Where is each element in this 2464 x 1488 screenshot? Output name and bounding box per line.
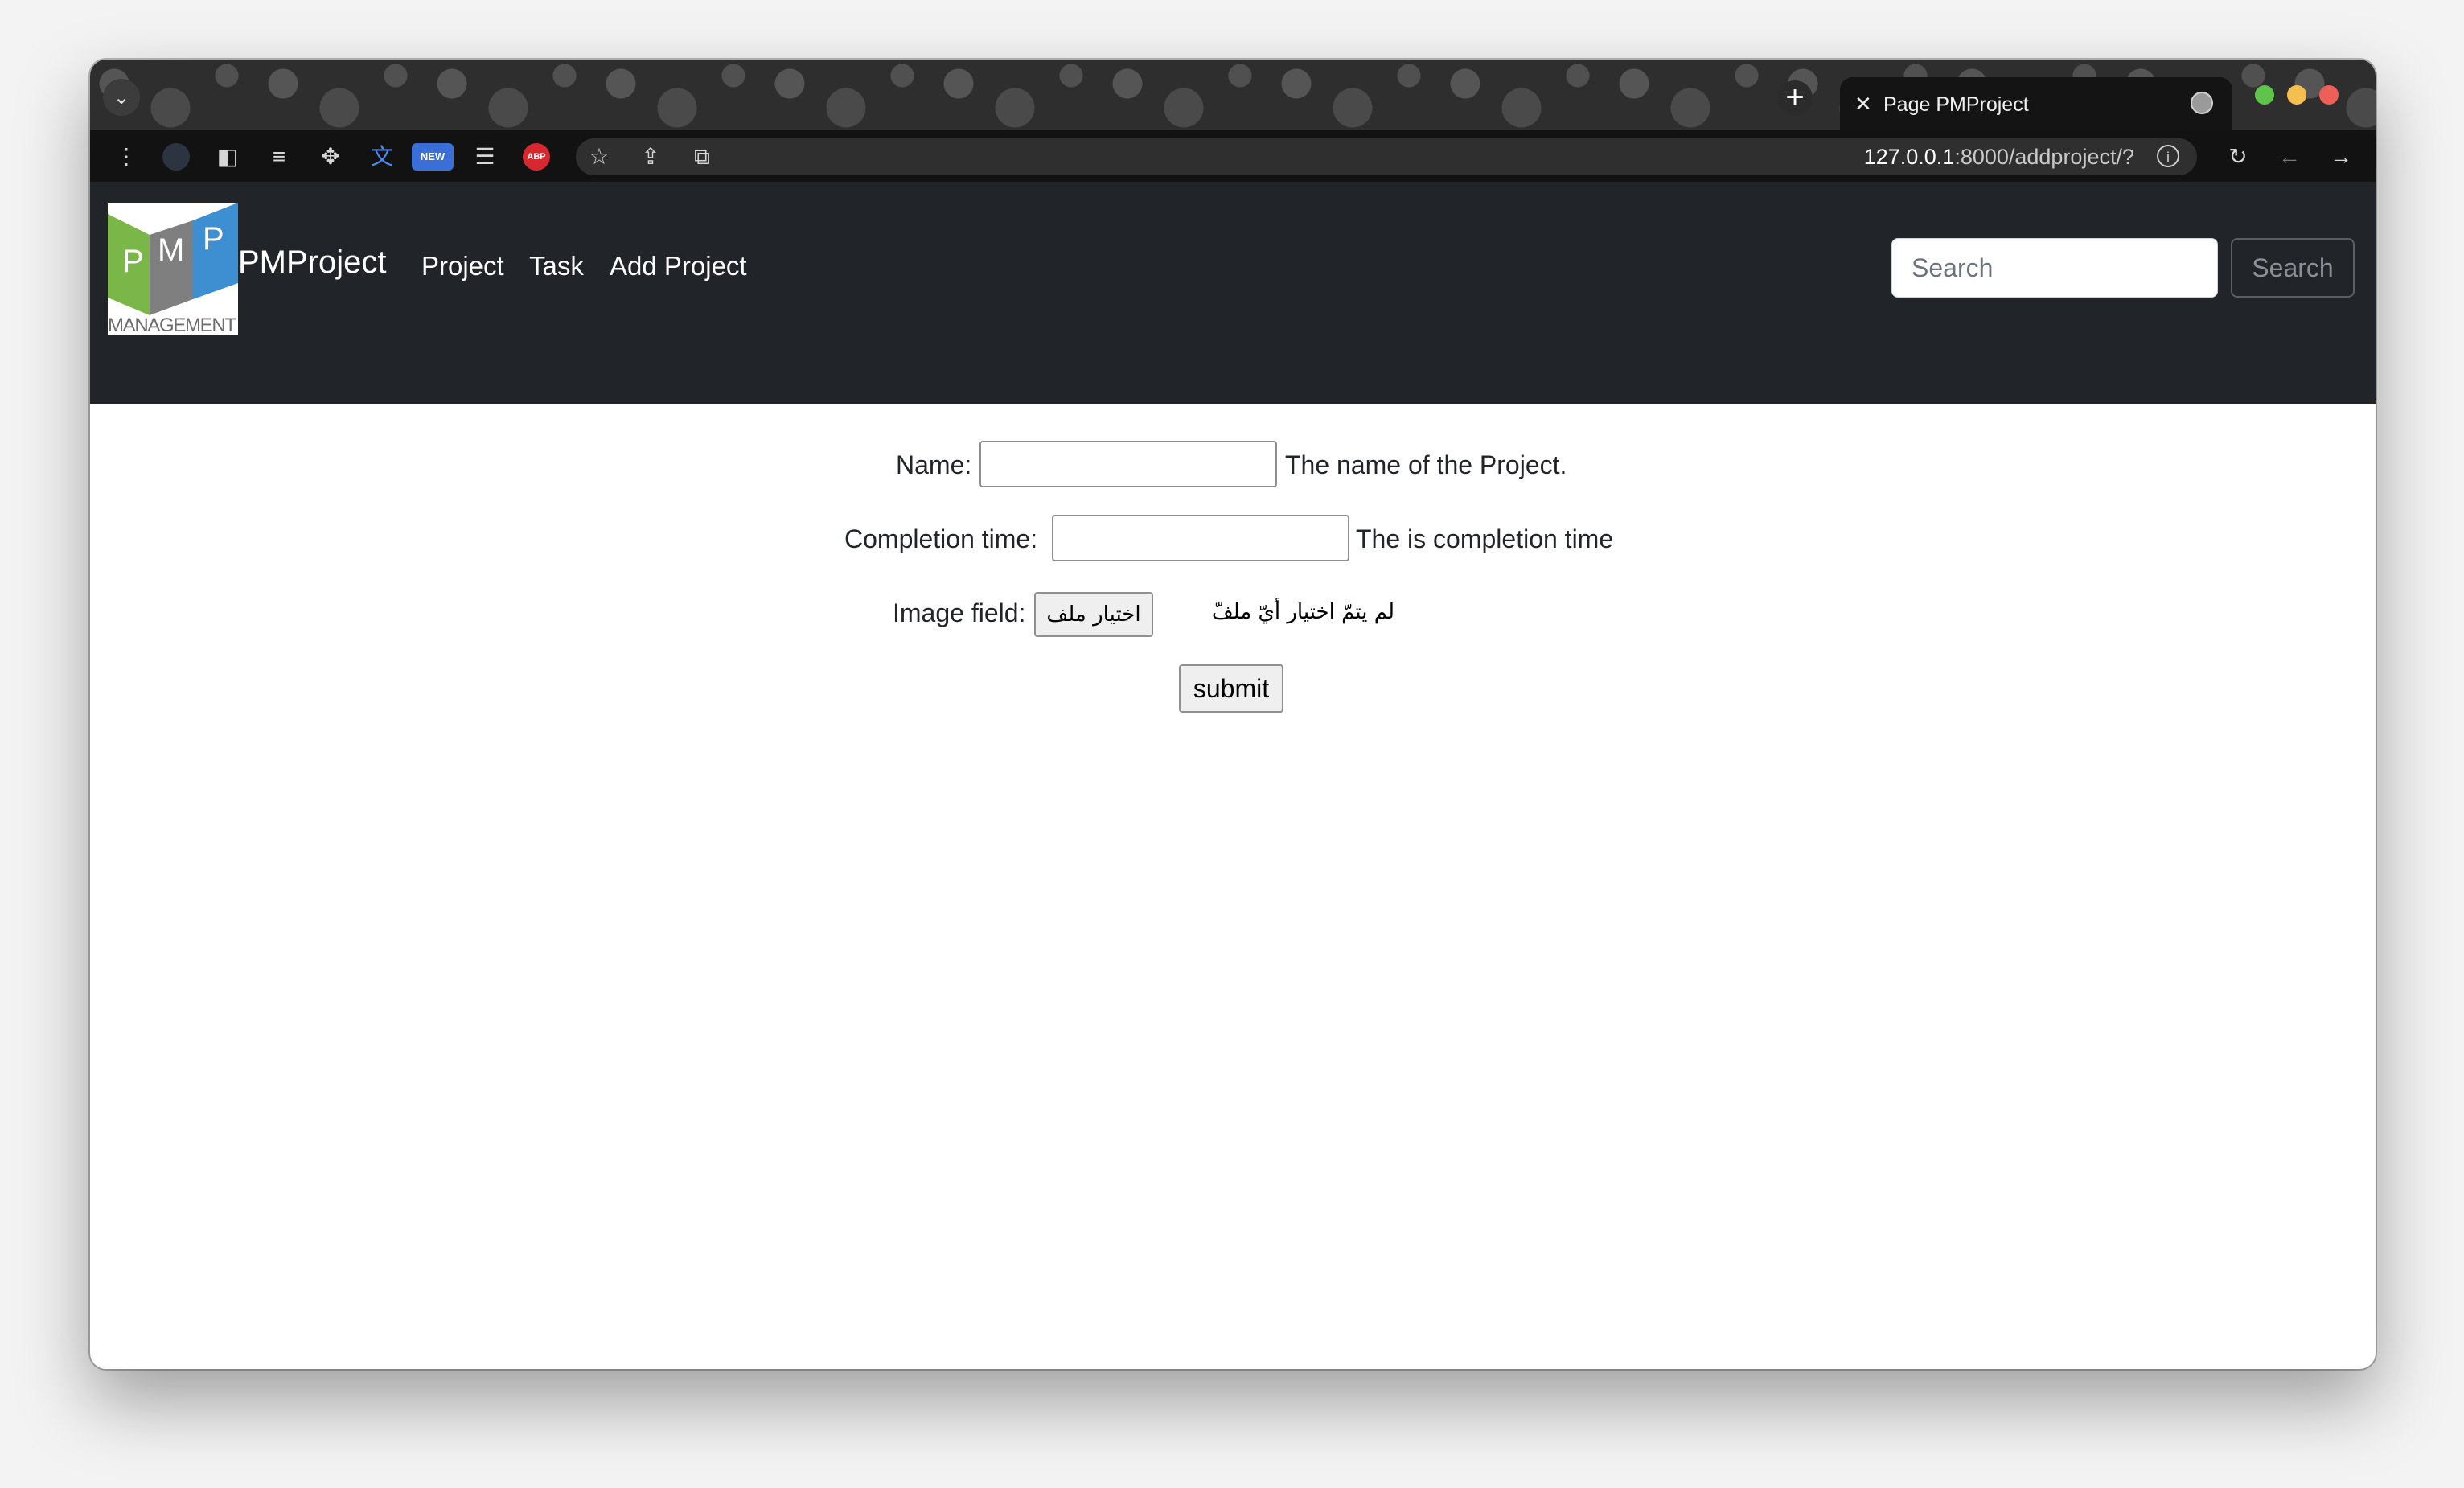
- screenshot-icon[interactable]: ⧉: [688, 143, 716, 171]
- completion-time-help-text: The is completion time: [1356, 524, 1614, 553]
- window-close-button[interactable]: [2319, 85, 2339, 105]
- name-input[interactable]: [979, 441, 1277, 487]
- list-extension-icon[interactable]: ☰: [471, 143, 499, 171]
- pmp-logo[interactable]: P M P MANAGEMENT: [108, 203, 238, 335]
- reading-list-icon[interactable]: ≡: [265, 143, 293, 171]
- close-tab-icon[interactable]: ✕: [1854, 92, 1872, 117]
- globe-icon: [2191, 92, 2213, 114]
- file-status-text: لم يتمّ اختيار أيّ ملفّ: [1211, 600, 1394, 624]
- completion-time-input[interactable]: [1052, 515, 1349, 561]
- adblock-plus-icon[interactable]: ABP: [523, 143, 550, 171]
- browser-toolbar: ⋮ ◧ ≡ ✥ 文 NEW ☰ ABP ☆ ⇪ ⧉ 127.0.0.1:8000…: [90, 130, 2376, 182]
- tab-strip: ⌄ + ✕ Page PMProject: [90, 60, 2376, 132]
- svg-text:P: P: [122, 244, 144, 279]
- site-info-icon[interactable]: i: [2157, 145, 2179, 167]
- name-row: Name: The name of the Project.: [90, 441, 2376, 489]
- forward-arrow-icon[interactable]: →: [2327, 143, 2355, 171]
- translate-extension-icon[interactable]: 文: [368, 143, 396, 171]
- nav-link-task[interactable]: Task: [529, 251, 584, 282]
- nav-link-add-project[interactable]: Add Project: [610, 251, 747, 282]
- image-field-label: Image field:: [893, 598, 1026, 627]
- new-tab-button[interactable]: +: [1777, 80, 1813, 116]
- tab-active[interactable]: ✕ Page PMProject: [1840, 77, 2232, 132]
- extensions-puzzle-icon[interactable]: ✥: [317, 143, 344, 171]
- completion-time-label: Completion time:: [844, 524, 1038, 553]
- reload-icon[interactable]: ↻: [2224, 143, 2252, 171]
- nav-link-project[interactable]: Project: [421, 251, 504, 282]
- browser-window: ⌄ + ✕ Page PMProject ⋮ ◧ ≡ ✥ 文 NEW ☰ ABP…: [90, 60, 2376, 1369]
- tab-title: Page PMProject: [1883, 93, 2029, 116]
- url-text[interactable]: 127.0.0.1:8000/addproject/?: [1864, 145, 2134, 170]
- window-maximize-button[interactable]: [2255, 85, 2274, 105]
- choose-file-button[interactable]: اختيار ملف: [1034, 592, 1153, 637]
- side-panel-icon[interactable]: ◧: [214, 143, 241, 171]
- tab-search-dropdown-icon[interactable]: ⌄: [103, 79, 140, 116]
- name-help-text: The name of the Project.: [1285, 450, 1567, 479]
- submit-button[interactable]: submit: [1179, 664, 1283, 713]
- svg-text:P: P: [203, 221, 224, 257]
- address-bar[interactable]: ☆ ⇪ ⧉ 127.0.0.1:8000/addproject/? i: [576, 138, 2197, 175]
- brand-name[interactable]: PMProject: [238, 245, 387, 281]
- svg-text:M: M: [158, 232, 184, 268]
- add-project-form: Name: The name of the Project. Completio…: [90, 404, 2376, 1369]
- completion-time-row: Completion time: The is completion time: [90, 515, 2376, 563]
- search-input[interactable]: [1891, 238, 2218, 298]
- pmp-logo-graphic: P M P MANAGEMENT: [108, 203, 238, 335]
- bookmark-star-icon[interactable]: ☆: [585, 143, 613, 171]
- profile-avatar-icon[interactable]: [162, 143, 190, 171]
- back-arrow-icon[interactable]: ←: [2276, 143, 2303, 171]
- menu-kebab-icon[interactable]: ⋮: [113, 143, 140, 171]
- search-button[interactable]: Search: [2231, 238, 2355, 298]
- name-label: Name:: [896, 450, 972, 479]
- svg-text:MANAGEMENT: MANAGEMENT: [108, 314, 236, 335]
- new-extension-icon[interactable]: NEW: [412, 143, 454, 171]
- share-icon[interactable]: ⇪: [637, 143, 664, 171]
- window-minimize-button[interactable]: [2287, 85, 2306, 105]
